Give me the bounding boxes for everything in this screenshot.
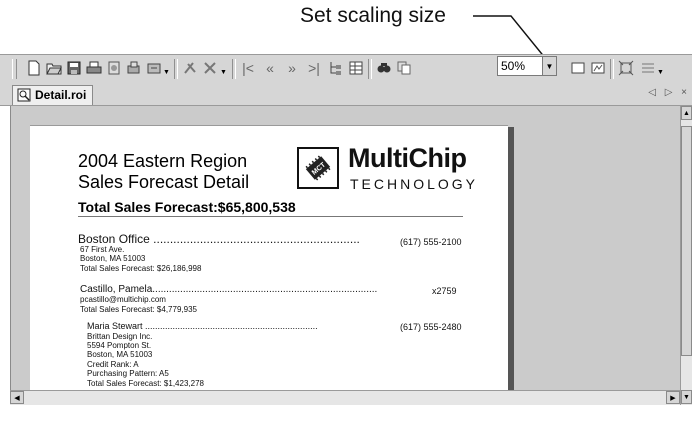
customer-name-leader: Maria Stewart ..........................… bbox=[87, 321, 318, 331]
scroll-thumb[interactable] bbox=[681, 126, 692, 356]
company-logo-badge: MCT bbox=[297, 147, 339, 189]
first-page-icon[interactable]: |< bbox=[240, 60, 256, 76]
rep-extension: x2759 bbox=[432, 286, 457, 296]
scroll-down-button[interactable]: ▼ bbox=[681, 390, 692, 404]
page-menu-dropdown-arrow[interactable]: ▼ bbox=[657, 69, 664, 76]
save-icon[interactable] bbox=[66, 60, 82, 76]
tab-navigation[interactable]: ◁ ▷ × bbox=[648, 87, 690, 98]
toolbar-grip[interactable] bbox=[12, 59, 17, 79]
fit-page-icon[interactable] bbox=[618, 60, 634, 76]
annotation-label: Set scaling size bbox=[300, 4, 446, 27]
scaling-icon[interactable] bbox=[590, 60, 606, 76]
toolbar-separator bbox=[232, 59, 236, 79]
company-logo-name: MultiChip bbox=[348, 143, 467, 173]
title-line-2: Sales Forecast Detail bbox=[78, 172, 250, 192]
tree-icon[interactable] bbox=[328, 60, 344, 76]
scroll-left-button[interactable]: ◀ bbox=[10, 391, 24, 404]
office-total: Total Sales Forecast: $26,186,998 bbox=[80, 264, 202, 273]
office-city: Boston, MA 51003 bbox=[80, 254, 146, 263]
export-icon[interactable] bbox=[146, 60, 162, 76]
tools-dropdown-arrow[interactable]: ▼ bbox=[220, 69, 227, 76]
horizontal-scrollbar[interactable]: ◀ ▶ bbox=[10, 390, 680, 405]
design-tool-icon[interactable] bbox=[182, 60, 198, 76]
report-file-icon bbox=[17, 88, 31, 102]
export-dropdown-arrow[interactable]: ▼ bbox=[163, 69, 170, 76]
tab-detail-roi[interactable]: Detail.roi bbox=[12, 85, 94, 105]
print-setup-icon[interactable] bbox=[126, 60, 142, 76]
table-icon[interactable] bbox=[348, 60, 364, 76]
document-tab-bar: Detail.roi ◁ ▷ × bbox=[0, 83, 692, 106]
previous-page-icon[interactable]: « bbox=[262, 60, 278, 76]
new-file-icon[interactable] bbox=[26, 60, 42, 76]
divider bbox=[78, 216, 463, 217]
tab-label: Detail.roi bbox=[35, 88, 87, 102]
chevron-down-icon[interactable]: ▼ bbox=[542, 57, 556, 75]
toolbar-separator bbox=[368, 59, 372, 79]
office-phone: (617) 555-2100 bbox=[400, 237, 462, 247]
find-icon[interactable] bbox=[376, 60, 392, 76]
scroll-right-button[interactable]: ▶ bbox=[666, 391, 680, 404]
toolbar: ▼ ▼ |< « » >| ▼ bbox=[0, 54, 692, 84]
print-preview-icon[interactable] bbox=[106, 60, 122, 76]
zoom-value: 50% bbox=[501, 59, 526, 73]
page-menu-icon[interactable] bbox=[640, 60, 656, 76]
customer-phone: (617) 555-2480 bbox=[400, 322, 462, 332]
company-logo-subtitle: TECHNOLOGY bbox=[350, 176, 479, 192]
page-shadow bbox=[508, 127, 514, 407]
print-icon[interactable] bbox=[86, 60, 102, 76]
open-folder-icon[interactable] bbox=[46, 60, 62, 76]
rep-name-leader: Castillo, Pamela........................… bbox=[80, 284, 378, 295]
office-name-leader: Boston Office ..........................… bbox=[78, 232, 360, 246]
customer-purchasing-pattern: Purchasing Pattern: A5 bbox=[87, 369, 169, 378]
page-margin bbox=[0, 405, 692, 437]
chip-logo-icon: MCT bbox=[305, 155, 331, 181]
scroll-up-button[interactable]: ▲ bbox=[681, 106, 692, 120]
customer-city: Boston, MA 51003 bbox=[87, 350, 153, 359]
customer-total: Total Sales Forecast: $1,423,278 bbox=[87, 379, 204, 388]
vertical-scrollbar[interactable]: ▲ ▼ bbox=[680, 106, 692, 406]
last-page-icon[interactable]: >| bbox=[306, 60, 322, 76]
toolbar-separator bbox=[610, 59, 614, 79]
next-page-icon[interactable]: » bbox=[284, 60, 300, 76]
report-total: Total Sales Forecast:$65,800,538 bbox=[78, 199, 296, 215]
toolbar-separator bbox=[174, 59, 178, 79]
rep-total: Total Sales Forecast: $4,779,935 bbox=[80, 305, 197, 314]
rep-email: pcastillo@multichip.com bbox=[80, 295, 166, 304]
tools-icon[interactable] bbox=[202, 60, 218, 76]
single-page-icon[interactable] bbox=[570, 60, 586, 76]
report-title: 2004 Eastern Region Sales Forecast Detai… bbox=[78, 151, 249, 193]
zoom-select[interactable]: 50% ▼ bbox=[497, 56, 557, 76]
copy-icon[interactable] bbox=[396, 60, 412, 76]
title-line-1: 2004 Eastern Region bbox=[78, 151, 248, 171]
